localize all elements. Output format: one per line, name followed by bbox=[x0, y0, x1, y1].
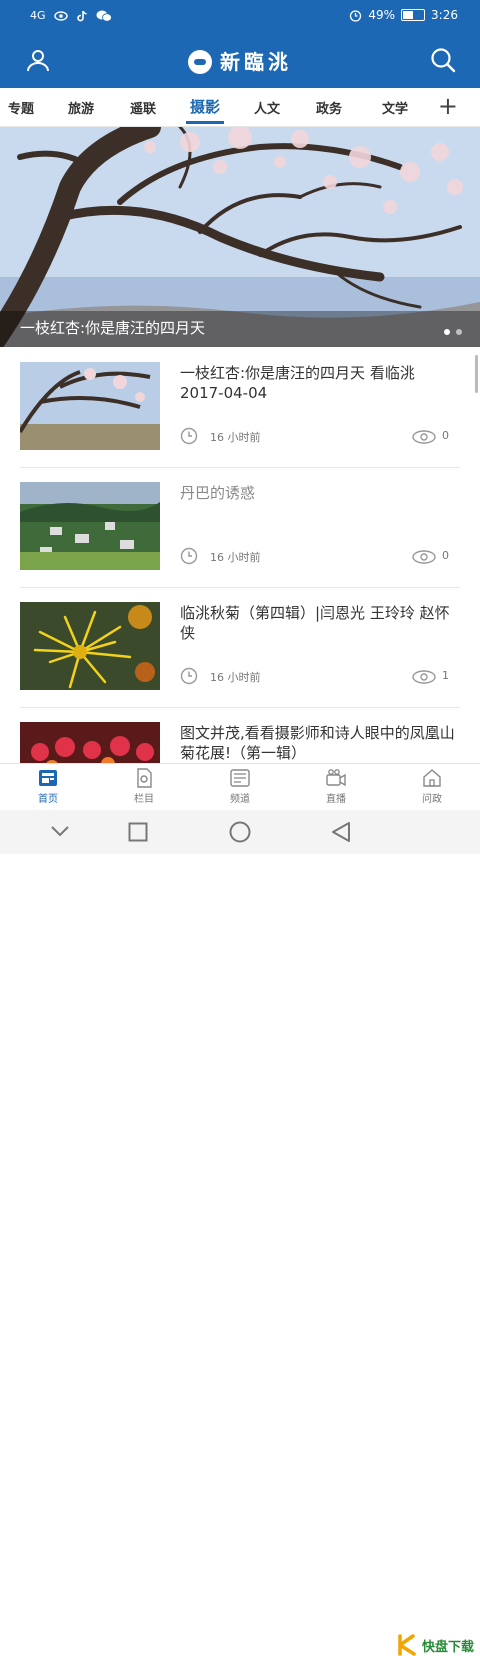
article-thumbnail bbox=[20, 602, 160, 690]
tab-culture[interactable]: 人文 bbox=[254, 98, 280, 117]
nav-home-label: 首页 bbox=[38, 794, 58, 805]
tab-link[interactable]: 遥联 bbox=[130, 98, 156, 117]
search-icon[interactable] bbox=[430, 47, 456, 73]
watermark-k-icon bbox=[398, 1634, 416, 1656]
network-indicator: 4G bbox=[30, 9, 46, 22]
list-item[interactable]: 一枝红杏:你是唐汪的四月天 看临洮 2017-04-04 16 小时前 0 bbox=[20, 347, 460, 468]
article-thumbnail bbox=[20, 482, 160, 570]
add-tab-button[interactable]: + bbox=[438, 92, 458, 120]
watermark-logo: 快盘下载 bbox=[397, 1634, 474, 1656]
channel-icon bbox=[230, 769, 250, 787]
back-triangle-icon[interactable] bbox=[330, 821, 352, 843]
article-views: 0 bbox=[442, 549, 449, 562]
hero-banner[interactable]: 一枝红杏:你是唐汪的四月天 bbox=[0, 127, 480, 347]
views-icon bbox=[412, 550, 436, 564]
clock-icon bbox=[180, 547, 198, 565]
article-thumbnail bbox=[20, 362, 160, 450]
video-camera-icon bbox=[326, 769, 346, 787]
eye-icon bbox=[53, 10, 68, 21]
list-item[interactable]: 丹巴的诱惑 16 小时前 0 bbox=[20, 467, 460, 588]
nav-channel-label: 频道 bbox=[230, 794, 250, 805]
nav-live[interactable]: 直播 bbox=[306, 768, 366, 805]
list-item[interactable]: 临洮秋菊（第四辑）|闫恩光 王玲玲 赵怀侠 16 小时前 1 bbox=[20, 587, 460, 708]
watermark-text: 快盘下载 bbox=[421, 1639, 474, 1655]
app-logo-icon bbox=[188, 49, 212, 74]
article-list: 一枝红杏:你是唐汪的四月天 看临洮 2017-04-04 16 小时前 0 丹巴… bbox=[0, 347, 480, 763]
collapse-chevron-icon[interactable] bbox=[50, 825, 70, 837]
article-views: 0 bbox=[442, 429, 449, 442]
tiktok-icon bbox=[76, 10, 87, 21]
views-icon bbox=[412, 430, 436, 444]
active-tab-indicator bbox=[186, 121, 224, 124]
nav-inquiry-label: 问政 bbox=[422, 794, 442, 805]
article-time: 16 小时前 bbox=[210, 671, 261, 684]
nav-inquiry[interactable]: 问政 bbox=[402, 768, 462, 805]
recent-apps-icon[interactable] bbox=[128, 822, 148, 842]
article-time: 16 小时前 bbox=[210, 551, 261, 564]
status-right: 49% 3:26 bbox=[349, 8, 458, 22]
views-icon bbox=[412, 670, 436, 684]
app-bar: 新臨洮 bbox=[0, 32, 480, 88]
tab-photography[interactable]: 摄影 bbox=[190, 96, 220, 117]
hero-caption: 一枝红杏:你是唐汪的四月天 bbox=[20, 319, 206, 337]
clock-icon bbox=[180, 667, 198, 685]
battery-icon bbox=[401, 9, 426, 21]
app-title: 新臨洮 bbox=[0, 46, 480, 76]
home-news-icon bbox=[39, 770, 57, 786]
tab-travel[interactable]: 旅游 bbox=[68, 98, 94, 117]
system-nav-bar: 快盘下载 bbox=[0, 810, 480, 1656]
scrollbar[interactable] bbox=[475, 355, 478, 393]
status-left: 4G bbox=[30, 9, 112, 22]
carousel-dot bbox=[456, 329, 462, 335]
article-thumbnail bbox=[20, 722, 160, 763]
category-tabs: 专题 旅游 遥联 摄影 人文 政务 文学 + bbox=[0, 88, 480, 127]
wechat-icon bbox=[96, 10, 112, 22]
nav-live-label: 直播 bbox=[326, 794, 346, 805]
battery-percent: 49% bbox=[368, 8, 396, 22]
bottom-navigation: 首页 栏目 频道 直播 问政 bbox=[0, 763, 480, 811]
tab-special[interactable]: 专题 bbox=[8, 98, 34, 117]
article-time: 16 小时前 bbox=[210, 431, 261, 444]
carousel-dot bbox=[444, 329, 450, 335]
clock-time: 3:26 bbox=[431, 8, 458, 22]
status-bar: 4G 49% 3:26 bbox=[0, 0, 480, 32]
government-house-icon bbox=[423, 769, 441, 787]
article-views: 1 bbox=[442, 669, 449, 682]
columns-icon bbox=[137, 768, 152, 788]
article-title: 图文并茂,看看摄影师和诗人眼中的凤凰山菊花展!（第一辑） bbox=[180, 724, 455, 762]
nav-columns-label: 栏目 bbox=[134, 794, 154, 805]
tab-literature[interactable]: 文学 bbox=[382, 98, 408, 117]
nav-channel[interactable]: 频道 bbox=[210, 768, 270, 805]
list-item[interactable]: 图文并茂,看看摄影师和诗人眼中的凤凰山菊花展!（第一辑） bbox=[20, 707, 460, 763]
article-title: 一枝红杏:你是唐汪的四月天 看临洮 2017-04-04 bbox=[180, 364, 415, 402]
app-title-text: 新臨洮 bbox=[220, 50, 292, 74]
article-title: 临洮秋菊（第四辑）|闫恩光 王玲玲 赵怀侠 bbox=[180, 604, 450, 642]
carousel-indicator bbox=[444, 329, 462, 335]
clock-icon bbox=[180, 427, 198, 445]
home-circle-icon[interactable] bbox=[229, 821, 251, 843]
alarm-icon bbox=[350, 9, 362, 22]
article-title: 丹巴的诱惑 bbox=[180, 484, 256, 502]
nav-columns[interactable]: 栏目 bbox=[114, 768, 174, 805]
tab-government[interactable]: 政务 bbox=[316, 98, 342, 117]
nav-home[interactable]: 首页 bbox=[18, 768, 78, 805]
